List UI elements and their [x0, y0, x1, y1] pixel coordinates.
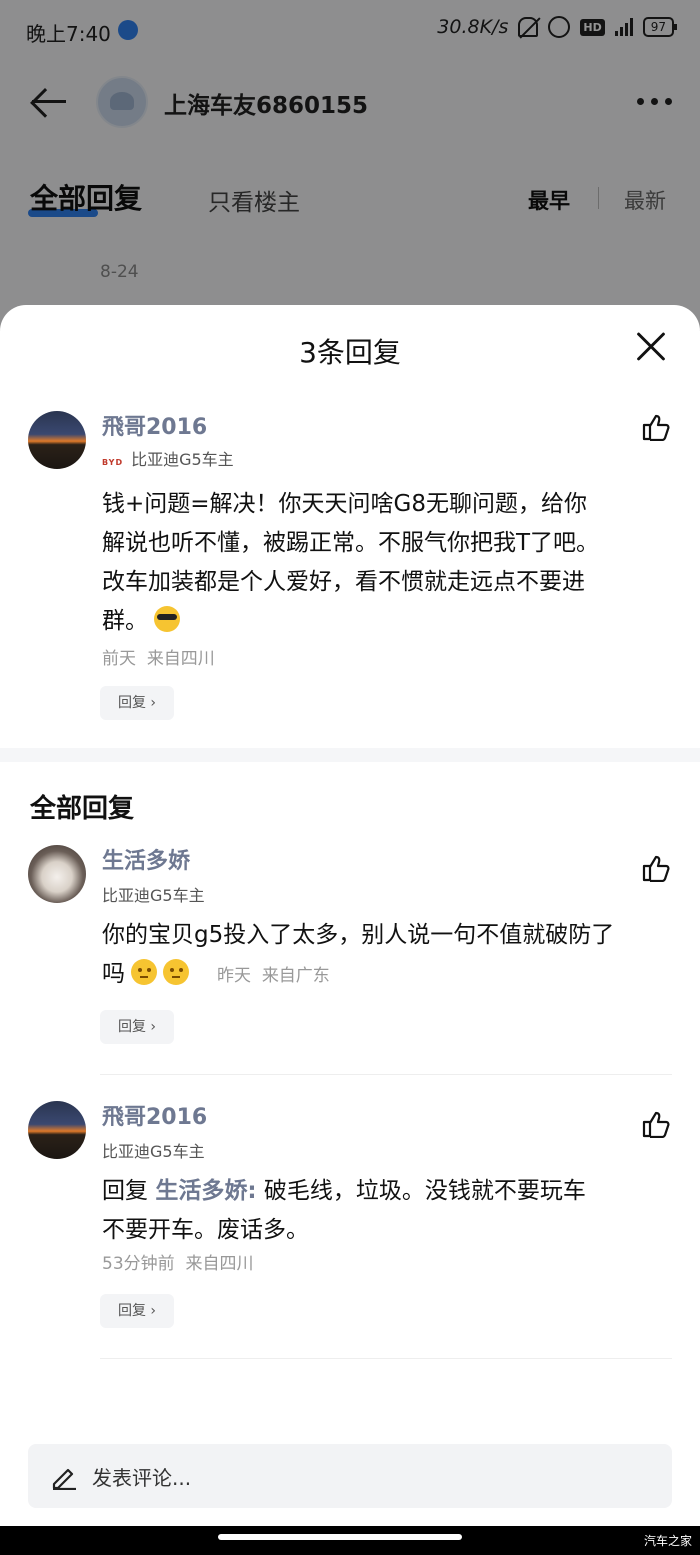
- sheet-title: 3条回复: [299, 336, 401, 369]
- comment-location: 来自四川: [185, 1254, 254, 1274]
- avatar[interactable]: [28, 845, 86, 903]
- comment-location: 来自四川: [146, 649, 215, 669]
- comment-text: 回复 生活多娇: 破毛线，垃圾。没钱就不要玩车不要开车。废话多。: [102, 1172, 602, 1250]
- car-owner-label: 比亚迪G5车主: [131, 450, 234, 469]
- comment-time: 53分钟前: [102, 1254, 175, 1274]
- dim-overlay[interactable]: [0, 0, 700, 330]
- username[interactable]: 生活多娇: [102, 843, 190, 875]
- comment-time: 昨天: [217, 966, 251, 986]
- section-title: 全部回复: [30, 794, 135, 824]
- thinking-emoji-icon: [131, 959, 157, 985]
- like-icon[interactable]: [642, 1110, 672, 1138]
- car-owner-label: 比亚迪G5车主: [102, 886, 205, 905]
- car-owner-label: 比亚迪G5车主: [102, 1142, 205, 1161]
- like-icon[interactable]: [642, 854, 672, 882]
- car-owner-badge: BYD 比亚迪G5车主: [102, 446, 234, 470]
- divider: [100, 1074, 672, 1075]
- watermark: 汽车之家: [643, 1534, 692, 1548]
- comment-meta: 53分钟前 来自四川: [102, 1249, 253, 1274]
- comment-text: 钱+问题=解决！你天天问啥G8无聊问题，给你解说也听不懂，被踢正常。不服气你把我…: [102, 485, 602, 641]
- username[interactable]: 飛哥2016: [102, 1099, 207, 1131]
- sunglasses-emoji-icon: [154, 606, 180, 632]
- divider: [100, 1358, 672, 1359]
- reply-button[interactable]: 回复 ›: [100, 686, 174, 720]
- system-nav-bar: 汽车之家: [0, 1526, 700, 1555]
- avatar[interactable]: [28, 1101, 86, 1159]
- reply-button[interactable]: 回复 ›: [100, 1010, 174, 1044]
- reply-prefix: 回复: [102, 1178, 148, 1204]
- comment-time: 前天: [102, 649, 136, 669]
- like-icon[interactable]: [642, 413, 672, 441]
- comment-input[interactable]: 发表评论...: [28, 1444, 672, 1508]
- reply-button[interactable]: 回复 ›: [100, 1294, 174, 1328]
- comment-meta: 前天 来自四川: [102, 644, 215, 669]
- byd-logo-icon: BYD: [102, 458, 124, 467]
- pen-icon: [50, 1462, 78, 1491]
- thinking-emoji-icon: [163, 959, 189, 985]
- close-icon[interactable]: [630, 327, 670, 367]
- section-divider: [0, 748, 700, 762]
- username[interactable]: 飛哥2016: [102, 409, 207, 441]
- comment-text: 你的宝贝g5投入了太多，别人说一句不值就破防了吗 昨天 来自广东: [102, 916, 622, 996]
- reply-to-username[interactable]: 生活多娇:: [155, 1178, 256, 1204]
- comment-meta: 昨天 来自广东: [217, 966, 330, 986]
- comment-location: 来自广东: [261, 966, 330, 986]
- comment-input-placeholder: 发表评论...: [92, 1466, 192, 1490]
- replies-sheet: 3条回复 飛哥2016 BYD 比亚迪G5车主 钱+问题=解决！你天天问啥G8无聊…: [0, 305, 700, 1526]
- home-indicator[interactable]: [218, 1534, 462, 1540]
- avatar[interactable]: [28, 411, 86, 469]
